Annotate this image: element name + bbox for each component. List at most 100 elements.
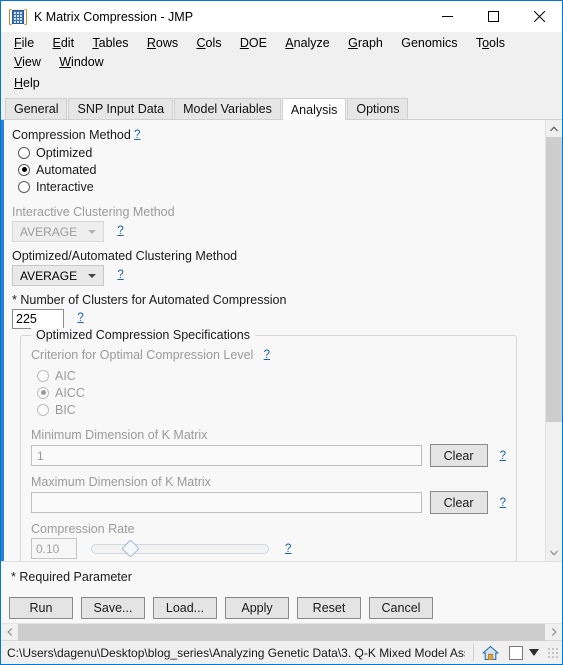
close-icon[interactable] (516, 1, 562, 32)
home-icon[interactable] (482, 645, 499, 661)
radio-label: Interactive (36, 179, 94, 194)
radio-label: Optimized (36, 145, 93, 160)
resize-grip-icon[interactable] (547, 646, 559, 659)
help-icon-num-clusters[interactable]: ? (77, 312, 83, 324)
tab-label: SNP Input Data (77, 102, 165, 116)
radio-aicc[interactable]: AICC (37, 384, 506, 401)
scroll-left-icon[interactable] (1, 624, 18, 641)
radio-aic[interactable]: AIC (37, 367, 506, 384)
radio-label: BIC (55, 402, 76, 417)
menu-item-window[interactable]: Window (52, 53, 111, 72)
optimized-clustering-select[interactable]: AVERAGE (12, 265, 104, 286)
radio-circle-icon (37, 403, 49, 416)
menu-item-genomics[interactable]: Genomics (394, 34, 465, 53)
compression-method-label: Compression Method (12, 128, 131, 142)
optimized-compression-specifications-group: Optimized Compression Specifications Cri… (20, 328, 517, 561)
groupbox-title: Optimized Compression Specifications (31, 328, 255, 342)
scroll-down-icon[interactable] (546, 544, 562, 561)
vertical-scroll-thumb[interactable] (546, 137, 562, 422)
menu-item-cols[interactable]: Cols (189, 34, 229, 53)
horizontal-scroll-thumb[interactable] (18, 623, 545, 641)
horizontal-scrollbar[interactable] (1, 623, 562, 641)
radio-circle-selected-icon (37, 386, 49, 399)
radio-circle-icon (18, 180, 30, 193)
apply-button[interactable]: Apply (225, 597, 289, 619)
cancel-button[interactable]: Cancel (369, 597, 433, 619)
menu-item-rows[interactable]: Rows (140, 34, 186, 53)
tab-general[interactable]: General (5, 98, 68, 119)
status-divider (473, 644, 474, 661)
help-icon-compression-method[interactable]: ? (134, 129, 140, 141)
min-dimension-label: Minimum Dimension of K Matrix (31, 428, 208, 442)
square-icon[interactable] (509, 645, 523, 660)
criterion-label: Criterion for Optimal Compression Level (31, 348, 254, 362)
tab-model-variables[interactable]: Model Variables (174, 98, 281, 119)
menu-item-edit[interactable]: Edit (46, 34, 83, 53)
save-button[interactable]: Save... (81, 597, 145, 619)
help-icon-min-dimension[interactable]: ? (500, 450, 506, 462)
minimize-icon[interactable] (424, 1, 470, 32)
select-value: AVERAGE (20, 268, 78, 283)
help-icon-max-dimension[interactable]: ? (500, 497, 506, 509)
dialog-footer: * Required Parameter Run Save... Load...… (1, 561, 562, 623)
application-window: K Matrix Compression - JMP File Edit Tab… (0, 0, 563, 665)
optimized-clustering-label: Optimized/Automated Clustering Method (12, 249, 238, 263)
required-parameter-note: * Required Parameter (11, 570, 132, 584)
maximize-icon[interactable] (470, 1, 516, 32)
radio-circle-selected-icon (18, 163, 30, 176)
tab-analysis[interactable]: Analysis (281, 98, 347, 120)
menu-item-graph[interactable]: Graph (341, 34, 391, 53)
tab-options[interactable]: Options (347, 98, 409, 119)
compression-rate-value[interactable]: 0.10 (31, 538, 77, 559)
status-bar: C:\Users\dagenu\Desktop\blog_series\Anal… (1, 640, 562, 664)
tab-label: General (14, 102, 59, 116)
tab-label: Options (356, 102, 400, 116)
max-dimension-clear-button[interactable]: Clear (429, 491, 488, 514)
vertical-scrollbar[interactable] (545, 120, 562, 561)
radio-interactive[interactable]: Interactive (18, 178, 535, 195)
radio-automated[interactable]: Automated (18, 161, 535, 178)
chevron-down-icon (88, 229, 96, 234)
radio-circle-icon (18, 146, 30, 159)
window-title: K Matrix Compression - JMP (34, 9, 194, 24)
tab-label: Analysis (290, 102, 338, 117)
dialog-body: Compression Method ? Optimized Automated… (1, 120, 562, 641)
radio-label: AICC (55, 385, 85, 400)
scroll-up-icon[interactable] (546, 120, 562, 137)
reset-button[interactable]: Reset (297, 597, 361, 619)
help-icon-interactive-clustering[interactable]: ? (117, 225, 123, 237)
vertical-scroll-track[interactable] (546, 137, 562, 544)
help-icon-compression-rate[interactable]: ? (285, 543, 291, 555)
menu-item-tables[interactable]: Tables (85, 34, 136, 53)
menu-item-file[interactable]: File (7, 34, 42, 53)
caret-down-icon[interactable] (529, 649, 539, 656)
load-button[interactable]: Load... (153, 597, 217, 619)
help-icon-criterion[interactable]: ? (264, 349, 270, 361)
tab-snp-input-data[interactable]: SNP Input Data (68, 98, 174, 119)
radio-optimized[interactable]: Optimized (18, 144, 535, 161)
radio-bic[interactable]: BIC (37, 401, 506, 418)
max-dimension-input[interactable] (31, 492, 422, 513)
menu-item-tools[interactable]: Tools (469, 34, 513, 53)
status-path-text: C:\Users\dagenu\Desktop\blog_series\Anal… (7, 645, 465, 660)
help-icon-optimized-clustering[interactable]: ? (117, 269, 123, 281)
compression-rate-slider[interactable] (91, 538, 269, 558)
matrix-grid-icon (9, 8, 27, 25)
interactive-clustering-label: Interactive Clustering Method (12, 205, 175, 219)
num-clusters-label: * Number of Clusters for Automated Compr… (12, 293, 287, 307)
min-dimension-input[interactable]: 1 (31, 445, 422, 466)
min-dimension-clear-button[interactable]: Clear (429, 444, 488, 467)
window-controls (424, 1, 562, 32)
run-button[interactable]: Run (9, 597, 73, 619)
scroll-right-icon[interactable] (545, 624, 562, 641)
menu-item-doe[interactable]: DOE (233, 34, 275, 53)
radio-circle-icon (37, 369, 49, 382)
interactive-clustering-select[interactable]: AVERAGE (12, 221, 104, 242)
menu-item-view[interactable]: View (7, 53, 49, 72)
slider-track (91, 543, 269, 554)
num-clusters-input[interactable]: 225 (12, 309, 64, 329)
menu-item-help[interactable]: Help (7, 74, 48, 93)
slider-thumb[interactable] (121, 538, 140, 558)
menu-item-analyze[interactable]: Analyze (278, 34, 337, 53)
horizontal-scroll-track[interactable] (18, 623, 545, 641)
